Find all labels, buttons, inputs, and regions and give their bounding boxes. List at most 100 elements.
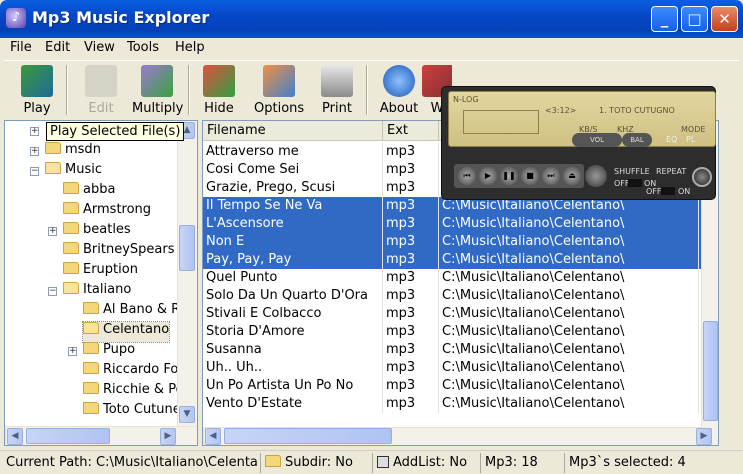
expand-icon[interactable]: + <box>48 227 57 236</box>
folder-open-icon <box>45 162 61 174</box>
table-row[interactable]: Solo Da Un Quarto D'Ora mp3 C:\Music\Itali… <box>203 287 718 305</box>
expand-icon[interactable]: + <box>30 127 39 136</box>
cell-path: C:\Music\Italiano\Celentano\ <box>439 233 699 251</box>
scrollbar-thumb[interactable] <box>224 428 392 444</box>
scroll-right-icon[interactable]: ▶ <box>160 428 176 445</box>
edit-button[interactable]: Edit <box>76 63 126 119</box>
next-icon[interactable]: ⏭ <box>542 167 560 185</box>
open-file-icon[interactable] <box>585 165 607 187</box>
table-row[interactable]: Non Emp3C:\Music\Italiano\Celentano\No <box>203 233 718 251</box>
stop-icon[interactable]: ■ <box>521 167 539 185</box>
menu-edit[interactable]: Edit <box>45 40 70 55</box>
print-icon <box>321 65 353 97</box>
column-header-ext[interactable]: Ext <box>383 121 439 141</box>
tree-item-eruption[interactable]: Eruption <box>63 262 138 282</box>
scrollbar-thumb[interactable] <box>179 225 195 271</box>
options-button[interactable]: Options <box>254 63 304 119</box>
folder-tree[interactable]: + + msdn − Music abba Armstrong + beatle… <box>4 120 198 446</box>
tree-item-abba[interactable]: abba <box>63 182 115 202</box>
status-addlist: AddList: No <box>372 453 478 473</box>
table-row[interactable]: Uh.. Uh.. mp3 C:\Music\Italiano\Celentano\… <box>203 359 718 377</box>
scroll-right-icon[interactable]: ▶ <box>696 428 712 445</box>
tree-item-pupo[interactable]: Pupo <box>83 342 135 362</box>
tree-item-beatles[interactable]: beatles <box>63 222 131 242</box>
tree-horizontal-scrollbar[interactable]: ◀ ▶ <box>5 426 197 445</box>
shuffle-toggle[interactable] <box>628 179 642 187</box>
play-button[interactable]: Play <box>12 63 62 119</box>
tree-item-celentano[interactable]: Celentano <box>81 321 171 343</box>
tree-item-music[interactable]: Music <box>45 162 102 182</box>
cell-ext: mp3 <box>383 233 439 251</box>
tree-item-msdn[interactable]: msdn <box>45 142 101 162</box>
shuffle-label: SHUFFLE <box>614 167 650 176</box>
tree-item-toto[interactable]: Toto Cutune <box>83 402 181 422</box>
hide-button[interactable]: Hide <box>194 63 244 119</box>
cell-path: C:\Music\Italiano\Celentano\ <box>439 287 699 305</box>
table-row[interactable]: Pay, Pay, Pay mp3 C:\Music\Italiano\Celent… <box>203 251 718 269</box>
table-row[interactable]: Quel Punto mp3 C:\Music\Italiano\Celentano… <box>203 269 718 287</box>
balance-knob[interactable]: BAL <box>622 133 652 147</box>
menu-file[interactable]: File <box>10 40 32 55</box>
app-icon[interactable]: ♪ <box>6 8 26 28</box>
scroll-down-icon[interactable]: ▼ <box>179 406 195 423</box>
table-row[interactable]: Un Po Artista Un Po No mp3 C:\Music\Italia… <box>203 377 718 395</box>
previous-icon[interactable]: ⏮ <box>458 167 476 185</box>
collapse-icon[interactable]: − <box>30 167 39 176</box>
menu-view[interactable]: View <box>84 40 115 55</box>
cell-ext: mp3 <box>383 305 439 323</box>
eq-toggle[interactable]: EQ <box>666 135 677 144</box>
table-row[interactable]: Susannamp3C:\Music\Italiano\Celentano\Su <box>203 341 718 359</box>
scrollbar-thumb[interactable] <box>703 321 718 421</box>
pause-icon[interactable]: ❚❚ <box>500 167 518 185</box>
about-button[interactable]: About <box>374 63 424 119</box>
cell-filename: Il Tempo Se Ne Va <box>203 197 383 215</box>
playlist-toggle[interactable]: PL <box>686 135 695 144</box>
expand-icon[interactable]: + <box>30 147 39 156</box>
menu-tools[interactable]: Tools <box>127 40 159 55</box>
minimize-button[interactable]: _ <box>651 6 678 32</box>
cell-filename: Cosi Come Sei <box>203 161 383 179</box>
folder-icon <box>83 362 99 374</box>
cell-ext: mp3 <box>383 197 439 215</box>
cell-ext: mp3 <box>383 323 439 341</box>
cell-ext: mp3 <box>383 215 439 233</box>
table-row[interactable]: L'Ascensore mp3 C:\Music\Italiano\Celentan… <box>203 215 718 233</box>
volume-knob[interactable]: VOL <box>572 133 622 147</box>
expand-icon[interactable]: + <box>68 347 77 356</box>
eject-icon[interactable]: ⏏ <box>563 167 581 185</box>
list-horizontal-scrollbar[interactable]: ◀ ▶ <box>203 427 712 445</box>
title-bar[interactable]: ♪ Mp3 Music Explorer _ □ ✕ <box>0 0 743 38</box>
close-button[interactable]: ✕ <box>711 6 738 32</box>
folder-open-icon <box>83 322 99 334</box>
tree-vertical-scrollbar[interactable]: ▲ ▼ <box>177 121 197 426</box>
collapse-icon[interactable]: − <box>48 287 57 296</box>
tree-item-italiano[interactable]: Italiano <box>63 282 131 302</box>
folder-icon <box>83 342 99 354</box>
column-header-filename[interactable]: Filename <box>203 121 383 141</box>
cell-path: C:\Music\Italiano\Celentano\ <box>439 215 699 233</box>
cell-path: C:\Music\Italiano\Celentano\ <box>439 269 699 287</box>
multiply-button[interactable]: Multiply <box>132 63 183 119</box>
scroll-left-icon[interactable]: ◀ <box>205 428 221 445</box>
table-row[interactable]: Storia D'Amore mp3 C:\Music\Italiano\Celen… <box>203 323 718 341</box>
tree-item-ricchie[interactable]: Ricchie & Po <box>83 382 184 402</box>
status-current-path: Current Path: C:\Music\Italiano\Celentan… <box>6 455 258 470</box>
tree-item-riccardo[interactable]: Riccardo Fo <box>83 362 178 382</box>
scroll-left-icon[interactable]: ◀ <box>7 428 23 445</box>
repeat-toggle[interactable] <box>661 187 675 195</box>
maximize-button[interactable]: □ <box>681 6 708 32</box>
folder-icon <box>83 402 99 414</box>
table-row[interactable]: Vento D'Estate mp3 C:\Music\Italiano\Celen… <box>203 395 718 413</box>
print-button[interactable]: Print <box>312 63 362 119</box>
table-row[interactable]: Stivali E Colbacco mp3 C:\Music\Italiano\C… <box>203 305 718 323</box>
scrollbar-thumb[interactable] <box>26 428 110 444</box>
cell-path: C:\Music\Italiano\Celentano\ <box>439 395 699 413</box>
media-player-widget[interactable]: N-LOG <3:12> 1. TOTO CUTUGNO KB/S KHZ MO… <box>441 86 716 200</box>
play-icon[interactable]: ▶ <box>479 167 497 185</box>
cell-ext: mp3 <box>383 395 439 413</box>
tree-item-armstrong[interactable]: Armstrong <box>63 202 151 222</box>
power-icon[interactable] <box>692 167 712 187</box>
tree-item-albano[interactable]: Al Bano & Ro <box>83 302 188 322</box>
tree-item-britneyspears[interactable]: BritneySpears <box>63 242 175 262</box>
menu-help[interactable]: Help <box>175 40 205 55</box>
